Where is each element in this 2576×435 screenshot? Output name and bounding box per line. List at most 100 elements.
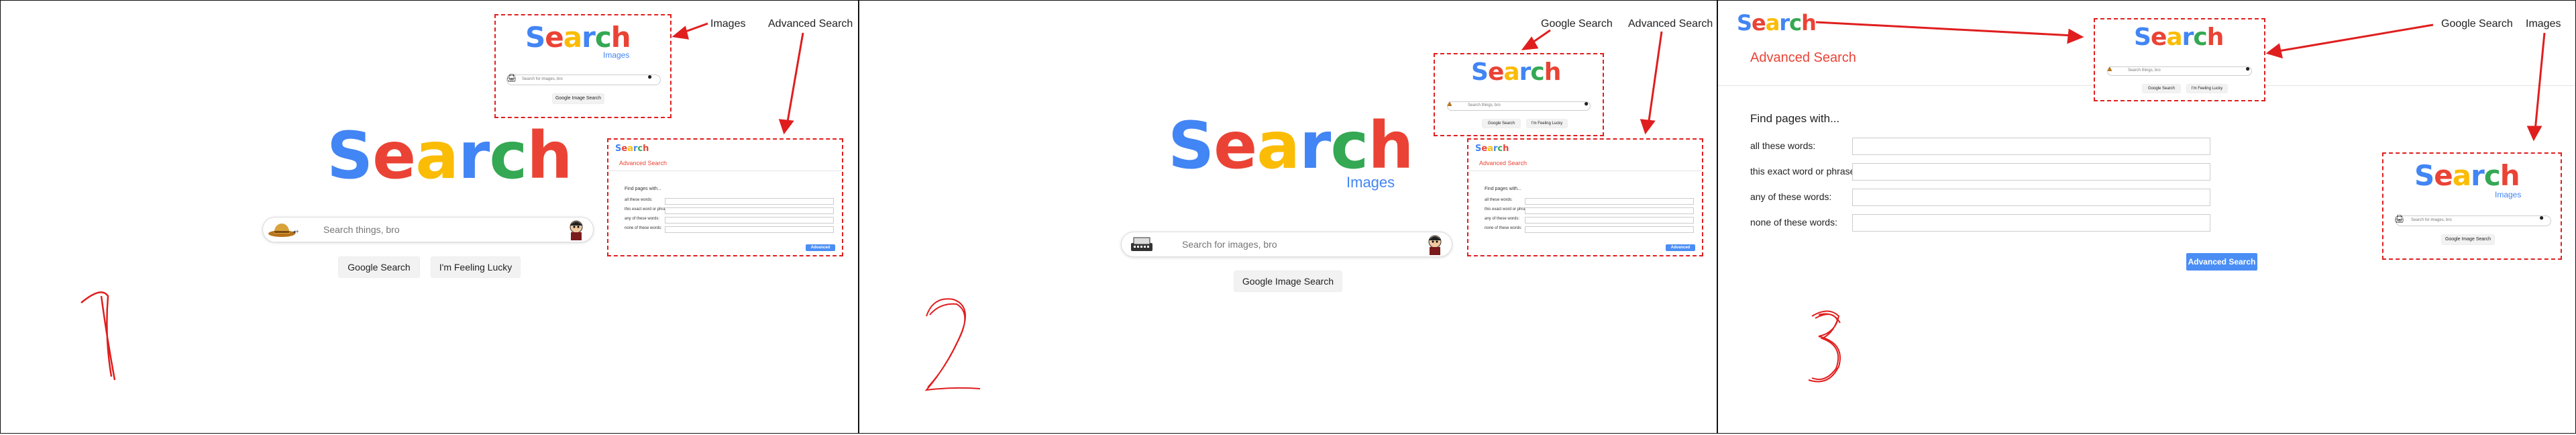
mini-images-page: Search Images Search for images, bro 🖨 ●… <box>2382 152 2562 260</box>
none-words-input[interactable] <box>1852 214 2210 232</box>
search-logo: Search <box>1737 10 1817 36</box>
any-words-input[interactable] <box>1525 217 1694 224</box>
image-search-bar <box>1121 232 1452 257</box>
annotation-arrow <box>1647 31 1663 126</box>
step-number-drawing <box>1808 310 1841 383</box>
annotation-arrow <box>678 22 708 36</box>
field-label: any of these words: <box>625 217 660 221</box>
mini-search-logo: Search <box>2414 159 2520 192</box>
arrowhead <box>778 119 794 135</box>
mini-search-input[interactable]: Search things, bro <box>1447 101 1591 111</box>
mini-feeling-lucky-button[interactable]: I'm Feeling Lucky <box>2186 84 2228 93</box>
find-pages-label: Find pages with... <box>625 187 661 191</box>
arrowhead <box>2265 43 2284 59</box>
mini-image-search-input[interactable]: Search for images, bro <box>2396 215 2551 226</box>
field-label: this exact word or phrase: <box>625 207 671 211</box>
mini-google-search-button[interactable]: Google Search <box>2142 84 2181 93</box>
all-words-input[interactable] <box>1525 198 1694 205</box>
field-label: all these words: <box>1750 140 1816 151</box>
mini-advanced-page: Search Advanced Search Find pages with..… <box>1467 138 1703 256</box>
annotation-arrow <box>1528 29 1551 46</box>
mini-search-input[interactable]: Search things, bro <box>2107 66 2252 76</box>
arrowhead <box>2526 126 2542 142</box>
any-words-input[interactable] <box>665 217 834 224</box>
mini-google-search-button[interactable]: Google Search <box>1482 119 1521 128</box>
avatar-icon: ● <box>647 72 653 81</box>
mini-images-page: Search Images Search for images, bro 🖨 ●… <box>494 14 672 118</box>
annotation-arrow <box>2534 32 2546 132</box>
panel-2-images: Google Search Advanced Search Search Ima… <box>859 0 1717 434</box>
google-search-button[interactable]: Google Search <box>338 256 420 278</box>
images-link[interactable]: Images <box>710 18 745 30</box>
panel-3-advanced: Search Google Search Images Advanced Sea… <box>1717 0 2576 434</box>
mini-adv-title: Advanced Search <box>619 160 667 166</box>
field-label: any of these words: <box>1750 191 1832 202</box>
avatar-icon: ● <box>2245 64 2251 73</box>
avatar-icon: ● <box>1584 99 1589 108</box>
field-label: none of these words: <box>625 226 662 230</box>
mini-image-search-input[interactable]: Search for images, bro <box>506 75 661 85</box>
advanced-search-link[interactable]: Advanced Search <box>768 18 853 30</box>
mini-search-logo: Search <box>525 21 631 54</box>
mini-advanced-page: Search Advanced Search Find pages with..… <box>607 138 843 256</box>
arrowhead <box>672 26 690 40</box>
mini-image-search-button[interactable]: Google Image Search <box>552 93 604 104</box>
find-pages-label: Find pages with... <box>1485 187 1521 191</box>
google-search-link[interactable]: Google Search <box>1541 18 1613 30</box>
mini-search-logo: Search <box>1475 144 1509 154</box>
typewriter-icon: 🖨 <box>506 73 517 83</box>
arrowhead <box>1640 119 1656 135</box>
typewriter-icon: 🖨 <box>2394 214 2405 224</box>
any-words-input[interactable] <box>1852 189 2210 206</box>
field-label: this exact word or phrase: <box>1750 166 1858 177</box>
mini-search-logo: Search <box>1471 58 1561 86</box>
step-number-drawing <box>80 291 116 381</box>
none-words-input[interactable] <box>1525 226 1694 233</box>
mini-adv-title: Advanced Search <box>1479 160 1527 166</box>
find-pages-label: Find pages with... <box>1750 112 1840 125</box>
image-search-input[interactable] <box>1181 238 1382 250</box>
exact-phrase-input[interactable] <box>1525 207 1694 214</box>
advanced-search-link[interactable]: Advanced Search <box>1628 18 1713 30</box>
google-search-link[interactable]: Google Search <box>2441 18 2513 30</box>
svg-text:◂+: ◂+ <box>292 228 299 235</box>
exact-phrase-input[interactable] <box>1852 163 2210 181</box>
field-label: all these words: <box>1485 198 1513 202</box>
annotation-arrow <box>786 32 804 126</box>
step-number-drawing <box>924 298 981 391</box>
mini-search-logo: Search <box>2134 23 2224 51</box>
all-words-input[interactable] <box>1852 138 2210 155</box>
mini-advanced-search-button[interactable]: Advanced Search <box>806 244 835 256</box>
cowboy-hat-icon: ▲ <box>2106 64 2114 73</box>
search-input[interactable] <box>322 224 523 236</box>
mini-main-page: Search Search things, bro ▲ ● Google Sea… <box>1434 53 1604 136</box>
search-bar: ◂+ <box>262 217 594 242</box>
images-subtitle: Images <box>2495 190 2522 199</box>
mini-main-page: Search Search things, bro ▲ ● Google Sea… <box>2094 18 2265 101</box>
images-subtitle: Images <box>1346 174 1395 191</box>
feeling-lucky-button[interactable]: I'm Feeling Lucky <box>431 256 521 278</box>
google-image-search-button[interactable]: Google Image Search <box>1234 271 1342 292</box>
none-words-input[interactable] <box>665 226 834 233</box>
search-logo: Search <box>327 118 573 193</box>
avatar-icon[interactable] <box>1425 234 1445 255</box>
field-label: this exact word or phrase: <box>1485 207 1531 211</box>
annotation-arrow <box>2274 23 2434 53</box>
exact-phrase-input[interactable] <box>665 207 834 214</box>
cowboy-hat-icon: ◂+ <box>268 224 299 237</box>
avatar-icon: ● <box>2539 213 2544 222</box>
mini-advanced-search-button[interactable]: Advanced Search <box>1666 244 1695 256</box>
avatar-icon[interactable] <box>566 219 586 240</box>
field-label: any of these words: <box>1485 217 1520 221</box>
annotation-arrow <box>1815 21 2074 37</box>
mini-feeling-lucky-button[interactable]: I'm Feeling Lucky <box>1526 119 1568 128</box>
cowboy-hat-icon: ▲ <box>1446 99 1454 108</box>
page-title: Advanced Search <box>1750 50 1856 65</box>
arrowhead <box>1521 36 1539 50</box>
field-label: none of these words: <box>1485 226 1522 230</box>
advanced-search-button[interactable]: Advanced Search <box>2186 253 2257 271</box>
mini-image-search-button[interactable]: Google Image Search <box>2441 234 2495 245</box>
all-words-input[interactable] <box>665 198 834 205</box>
search-logo: Search <box>1168 108 1414 183</box>
images-link[interactable]: Images <box>2526 18 2561 30</box>
